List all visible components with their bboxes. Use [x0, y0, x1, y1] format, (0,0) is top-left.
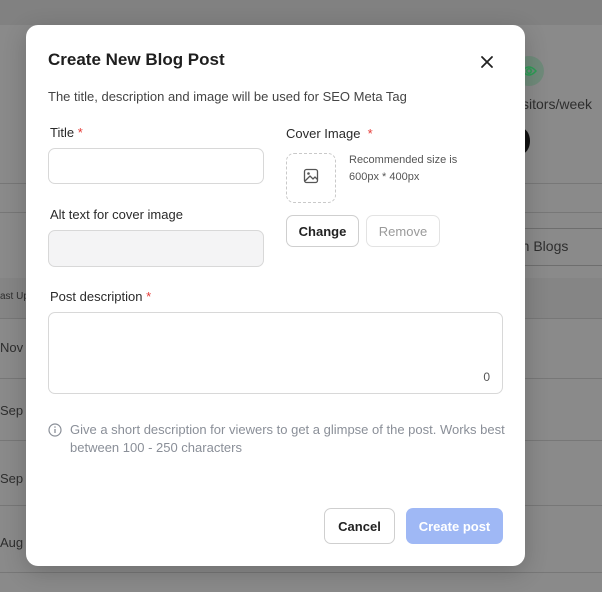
- char-count: 0: [483, 370, 490, 384]
- top-bar: [0, 0, 602, 25]
- modal-title: Create New Blog Post: [48, 50, 225, 69]
- alt-text-input[interactable]: [48, 230, 264, 267]
- title-input[interactable]: [48, 148, 264, 184]
- divider: [0, 572, 602, 573]
- modal-subtitle: The title, description and image will be…: [48, 89, 407, 104]
- description-label: Post description *: [50, 289, 152, 304]
- create-post-button[interactable]: Create post: [406, 508, 503, 544]
- cancel-button[interactable]: Cancel: [324, 508, 395, 544]
- required-mark: *: [77, 125, 83, 140]
- cover-image-label: Cover Image *: [286, 126, 373, 141]
- remove-image-button[interactable]: Remove: [366, 215, 440, 247]
- change-image-button[interactable]: Change: [286, 215, 359, 247]
- image-icon: [303, 168, 319, 189]
- cover-image-placeholder[interactable]: [286, 153, 336, 203]
- description-hint: Give a short description for viewers to …: [48, 421, 508, 457]
- column-header: ast Up: [0, 291, 29, 302]
- cover-image-hint: Recommended size is 600px * 400px: [349, 154, 458, 183]
- title-label: Title *: [50, 125, 83, 140]
- description-textarea[interactable]: 0: [48, 312, 503, 394]
- required-mark: *: [367, 126, 373, 141]
- hint-text: Give a short description for viewers to …: [70, 422, 505, 455]
- info-icon: [48, 423, 62, 457]
- stat-label: sitors/week: [522, 96, 593, 112]
- close-icon[interactable]: [478, 53, 496, 71]
- required-mark: *: [146, 289, 152, 304]
- alt-text-label: Alt text for cover image: [50, 207, 183, 222]
- create-blog-post-modal: Create New Blog Post The title, descript…: [26, 25, 525, 566]
